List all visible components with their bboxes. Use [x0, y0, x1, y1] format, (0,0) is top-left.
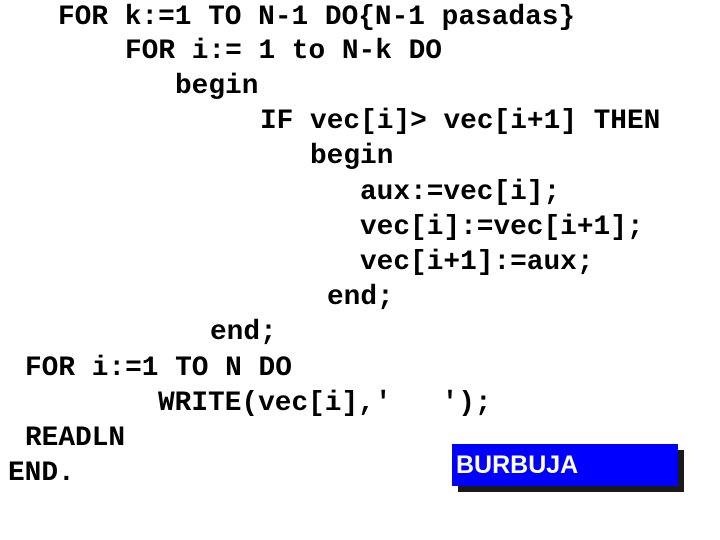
code-line-if-compare: IF vec[i]> vec[i+1] THEN: [260, 106, 661, 137]
code-line-print-for: FOR i:=1 TO N DO: [25, 353, 292, 384]
code-line-outer-for: FOR k:=1 TO N-1 DO{N-1 pasadas}: [58, 2, 576, 33]
code-line-readln: READLN: [25, 423, 126, 454]
code-line-write: WRITE(vec[i],' ');: [158, 388, 492, 419]
code-line-swap-restore: vec[i+1]:=aux;: [360, 247, 594, 278]
code-line-end-loop: end;: [210, 317, 277, 348]
code-line-swap-shift: vec[i]:=vec[i+1];: [360, 212, 644, 243]
code-line-swap-save: aux:=vec[i];: [360, 177, 561, 208]
code-line-end-program: END.: [8, 458, 75, 489]
algorithm-label-text: BURBUJA: [456, 451, 579, 479]
code-line-end-if: end;: [327, 282, 394, 313]
code-line-begin-if: begin: [310, 141, 394, 172]
code-line-inner-for: FOR i:= 1 to N-k DO: [125, 36, 442, 67]
code-line-begin-loop: begin: [175, 71, 259, 102]
algorithm-label-box: BURBUJA: [452, 444, 678, 486]
